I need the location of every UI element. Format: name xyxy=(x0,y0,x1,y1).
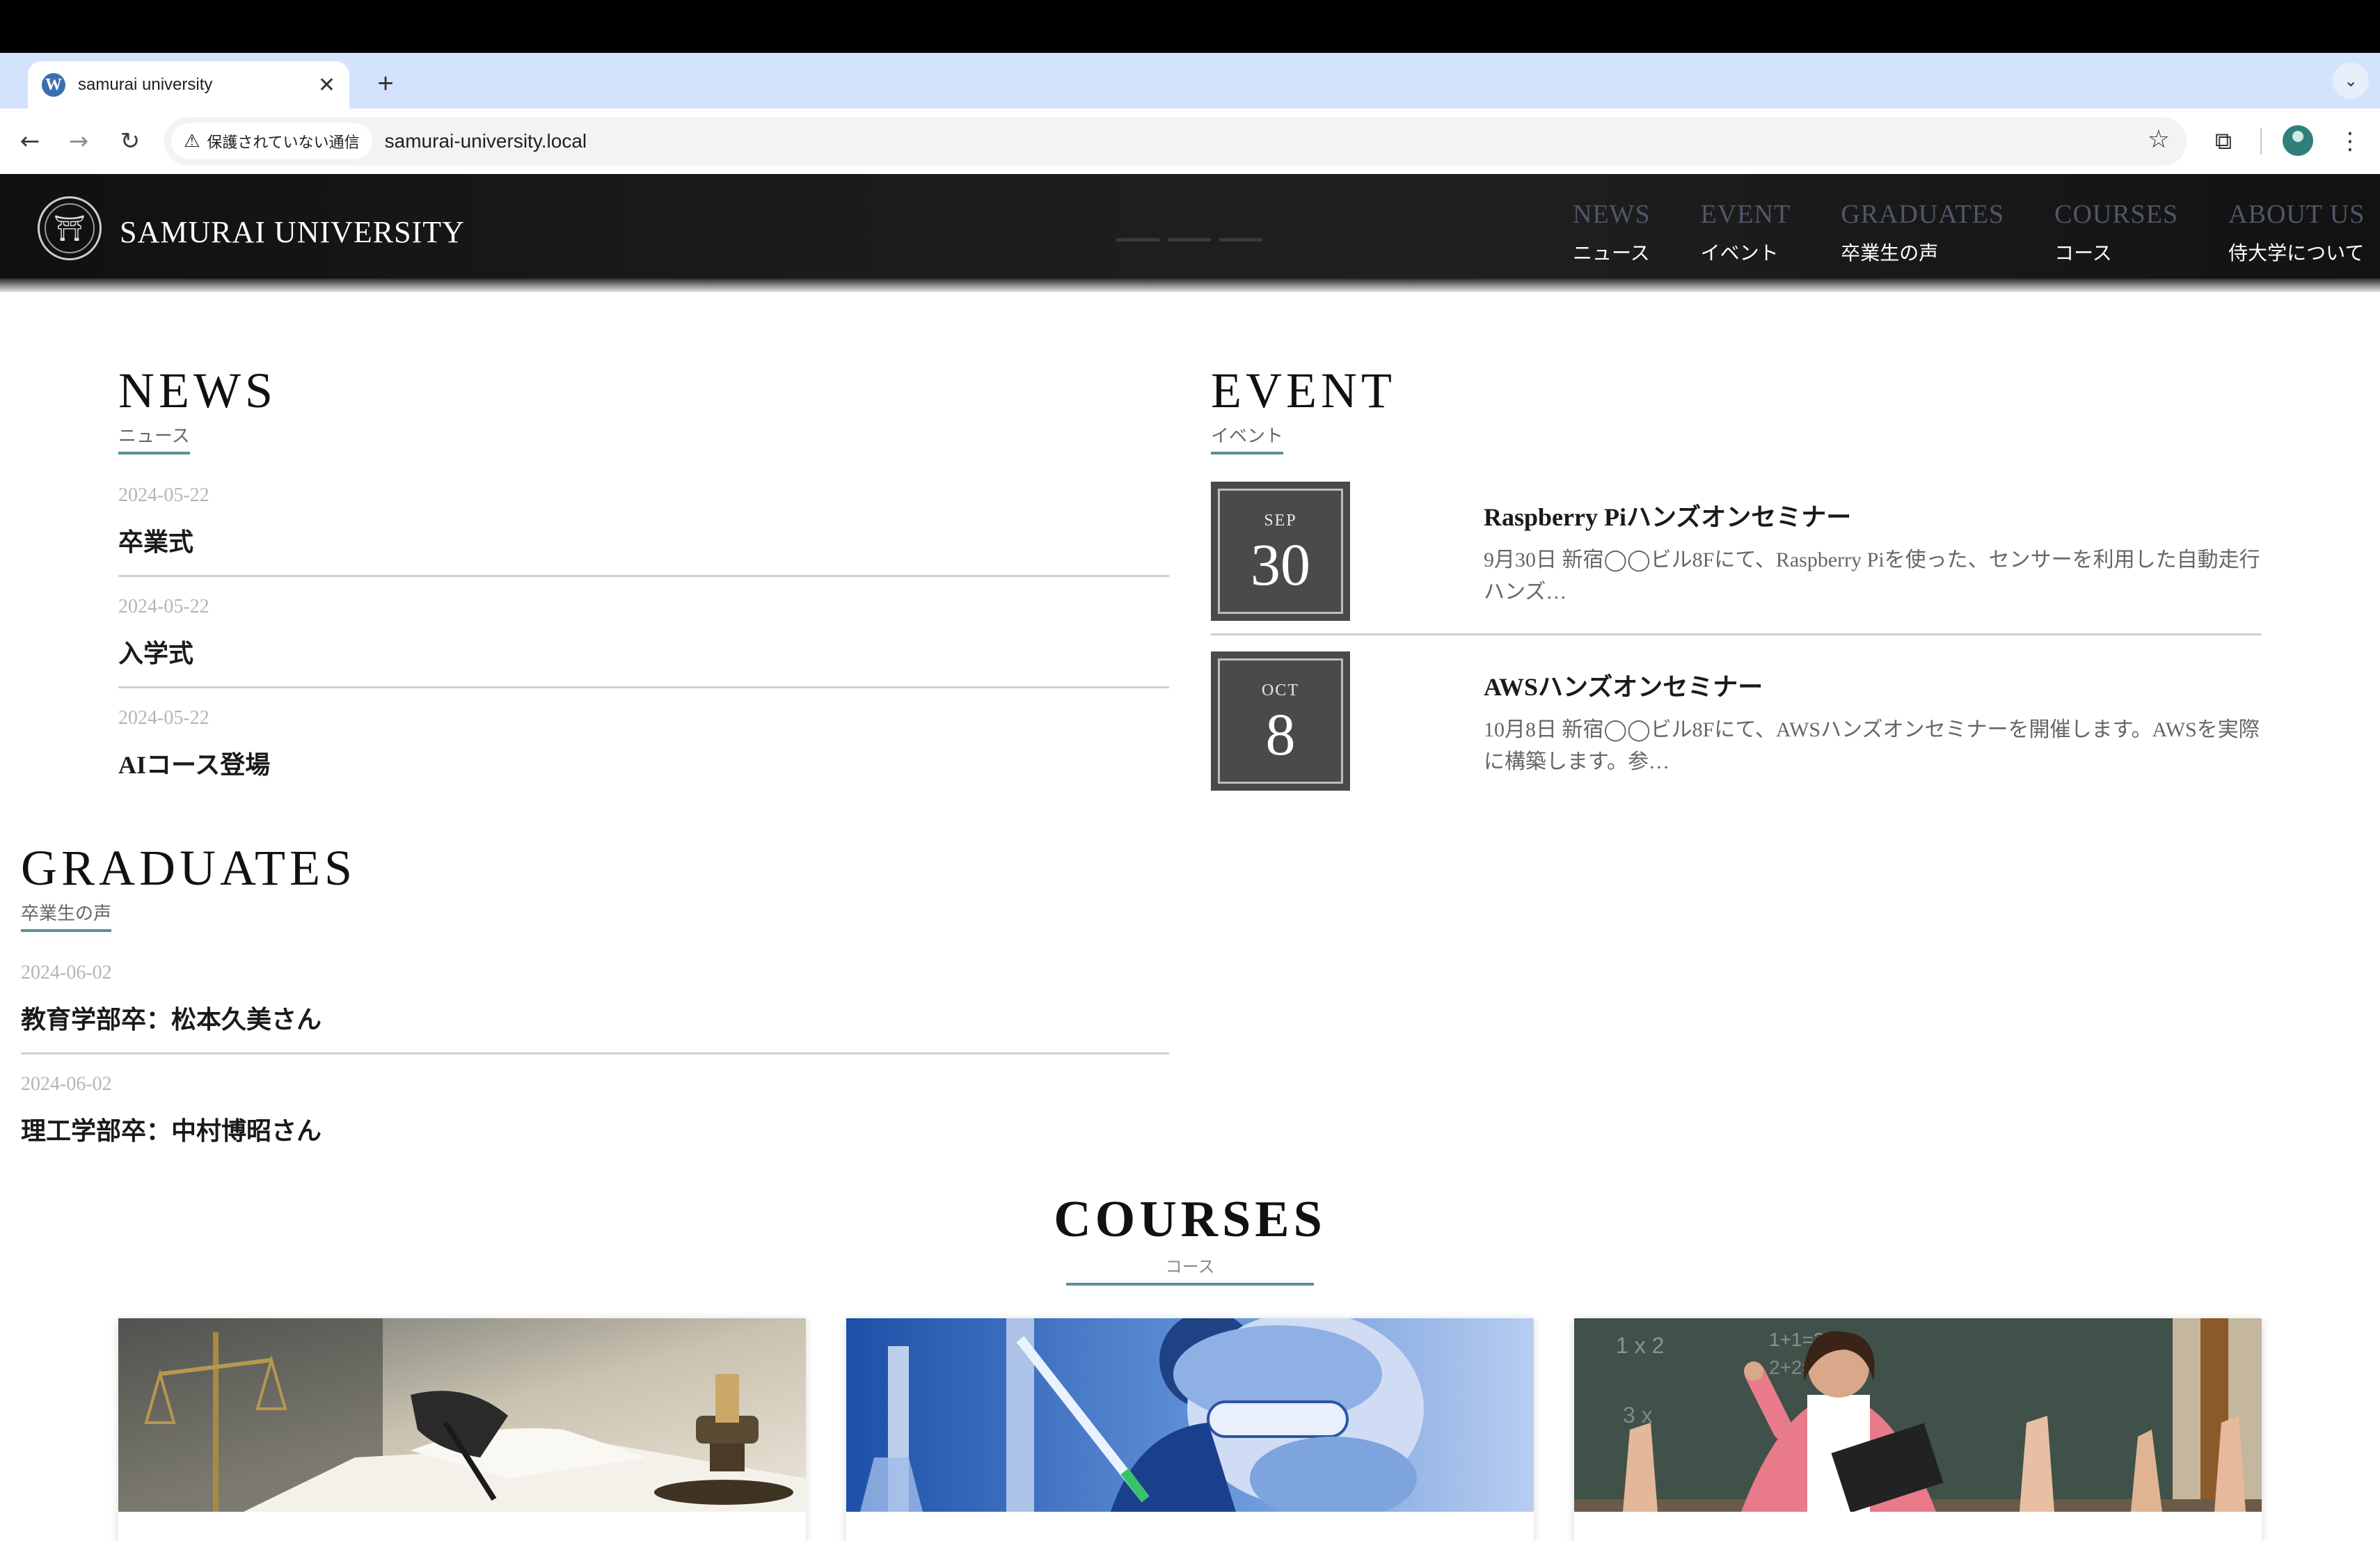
news-title: NEWS xyxy=(118,363,277,418)
event-date-box: SEP 30 xyxy=(1211,482,1350,621)
tab-title: samurai university xyxy=(78,75,213,94)
nav-label-en: COURSES xyxy=(2054,200,2179,229)
event-item[interactable]: OCT 8 AWSハンズオンセミナー 10月8日 新宿◯◯ビル8Fにて、AWSハ… xyxy=(1211,651,2262,806)
reload-button[interactable]: ↻ xyxy=(111,123,149,160)
courses-subtitle-wrap: コース xyxy=(1066,1253,1314,1286)
nav-label-en: ABOUT US xyxy=(2228,200,2365,229)
close-tab-icon[interactable]: ✕ xyxy=(318,73,335,97)
nav-item-about[interactable]: ABOUT US 侍大学について xyxy=(2228,199,2365,266)
event-day: 8 xyxy=(1265,701,1296,768)
graduate-item[interactable]: 2024-06-02 理工学部卒：中村博昭さん xyxy=(21,1073,1169,1164)
extensions-icon[interactable]: ⧉ xyxy=(2205,123,2242,160)
bookmark-star-icon[interactable]: ☆ xyxy=(2148,125,2170,154)
nav-item-news[interactable]: NEWS ニュース xyxy=(1573,199,1651,266)
course-card-law[interactable] xyxy=(118,1318,806,1541)
nav-item-courses[interactable]: COURSES コース xyxy=(2054,199,2178,266)
courses-subtitle: コース xyxy=(1165,1258,1215,1277)
nav-label-ja: 卒業生の声 xyxy=(1841,243,1939,264)
browser-tab[interactable]: W samurai university ✕ xyxy=(28,61,349,109)
site-title[interactable]: SAMURAI UNIVERSITY xyxy=(120,214,465,250)
event-date-box: OCT 8 xyxy=(1211,651,1350,791)
news-item[interactable]: 2024-05-22 AIコース登場 xyxy=(118,707,1169,798)
post-date: 2024-05-22 xyxy=(118,484,209,506)
tab-strip: W samurai university ✕ + ⌄ xyxy=(0,53,2380,109)
wordpress-icon: W xyxy=(42,73,65,97)
graduates-title: GRADUATES xyxy=(21,840,357,896)
course-card-education[interactable]: 1 x 2 3 x 1+1=2 2+2= xyxy=(1574,1318,2262,1541)
classroom-teacher-photo: 1 x 2 3 x 1+1=2 2+2= xyxy=(1574,1318,2262,1512)
event-item-title[interactable]: AWSハンズオンセミナー xyxy=(1484,667,1763,703)
nav-item-graduates[interactable]: GRADUATES 卒業生の声 xyxy=(1841,199,2004,266)
security-indicator[interactable]: ⚠ 保護されていない通信 xyxy=(171,123,372,159)
graduate-item[interactable]: 2024-06-02 教育学部卒：松本久美さん xyxy=(21,962,1169,1054)
event-item[interactable]: SEP 30 Raspberry Piハンズオンセミナー 9月30日 新宿◯◯ビ… xyxy=(1211,482,2262,636)
os-menu-bar xyxy=(0,0,2380,53)
course-card-science[interactable] xyxy=(846,1318,1534,1541)
header-shadow xyxy=(0,278,2380,292)
address-bar[interactable]: ⚠ 保護されていない通信 samurai-university.local ☆ xyxy=(164,117,2187,166)
post-title[interactable]: 入学式 xyxy=(118,633,1169,686)
law-scales-gavel-photo xyxy=(118,1318,806,1512)
post-title[interactable]: 卒業式 xyxy=(118,522,1169,575)
nav-label-en: NEWS xyxy=(1573,200,1651,229)
post-title[interactable]: 教育学部卒：松本久美さん xyxy=(21,999,1169,1052)
event-title: EVENT xyxy=(1211,363,1396,418)
news-subtitle: ニュース xyxy=(118,422,190,455)
event-item-desc: 9月30日 新宿◯◯ビル8Fにて、Raspberry Piを使った、センサーを利… xyxy=(1484,548,2260,603)
menu-kebab-icon[interactable]: ⋮ xyxy=(2331,123,2369,160)
event-day: 30 xyxy=(1251,531,1310,598)
news-item[interactable]: 2024-05-22 卒業式 xyxy=(118,484,1169,577)
nav-label-ja: イベント xyxy=(1700,243,1779,264)
event-divider xyxy=(1211,633,2262,635)
post-date: 2024-06-02 xyxy=(21,1073,112,1095)
site-header: ⛩ SAMURAI UNIVERSITY NEWS ニュース EVENT イベン… xyxy=(0,174,2380,278)
event-month: OCT xyxy=(1262,681,1299,700)
graduates-subtitle: 卒業生の声 xyxy=(21,899,112,932)
hero-slider-indicators[interactable] xyxy=(1116,238,1262,242)
security-label: 保護されていない通信 xyxy=(207,134,360,151)
svg-text:1 x 2: 1 x 2 xyxy=(1616,1333,1664,1358)
science-lab-researcher-photo xyxy=(846,1318,1534,1512)
nav-label-en: GRADUATES xyxy=(1841,200,2005,229)
event-item-title[interactable]: Raspberry Piハンズオンセミナー xyxy=(1484,497,1851,533)
event-month: SEP xyxy=(1264,512,1297,530)
news-item[interactable]: 2024-05-22 入学式 xyxy=(118,596,1169,688)
nav-label-ja: 侍大学について xyxy=(2228,243,2365,264)
event-item-desc: 10月8日 新宿◯◯ビル8Fにて、AWSハンズオンセミナーを開催します。AWSを… xyxy=(1484,718,2260,773)
forward-button[interactable]: → xyxy=(60,123,97,160)
courses-title: COURSES xyxy=(1054,1191,1326,1248)
back-button[interactable]: ← xyxy=(11,123,49,160)
nav-label-en: EVENT xyxy=(1700,200,1791,229)
post-date: 2024-05-22 xyxy=(118,596,209,617)
profile-avatar[interactable] xyxy=(2283,125,2313,156)
new-tab-button[interactable]: + xyxy=(365,63,406,104)
post-date: 2024-05-22 xyxy=(118,707,209,729)
event-subtitle: イベント xyxy=(1211,422,1284,455)
university-emblem-icon[interactable]: ⛩ xyxy=(38,196,102,260)
post-title[interactable]: 理工学部卒：中村博昭さん xyxy=(21,1111,1169,1164)
nav-label-ja: ニュース xyxy=(1573,243,1650,264)
post-title[interactable]: AIコース登場 xyxy=(118,745,1169,798)
warning-icon: ⚠ xyxy=(184,131,200,152)
main-nav: NEWS ニュース EVENT イベント GRADUATES 卒業生の声 COU… xyxy=(1573,199,2365,266)
nav-item-event[interactable]: EVENT イベント xyxy=(1701,199,1791,266)
url-text[interactable]: samurai-university.local xyxy=(385,130,587,152)
post-date: 2024-06-02 xyxy=(21,962,112,983)
tab-search-dropdown-icon[interactable]: ⌄ xyxy=(2333,63,2369,99)
nav-label-ja: コース xyxy=(2054,243,2112,264)
browser-toolbar: ← → ↻ ⚠ 保護されていない通信 samurai-university.lo… xyxy=(0,109,2380,174)
toolbar-divider xyxy=(2260,128,2262,155)
